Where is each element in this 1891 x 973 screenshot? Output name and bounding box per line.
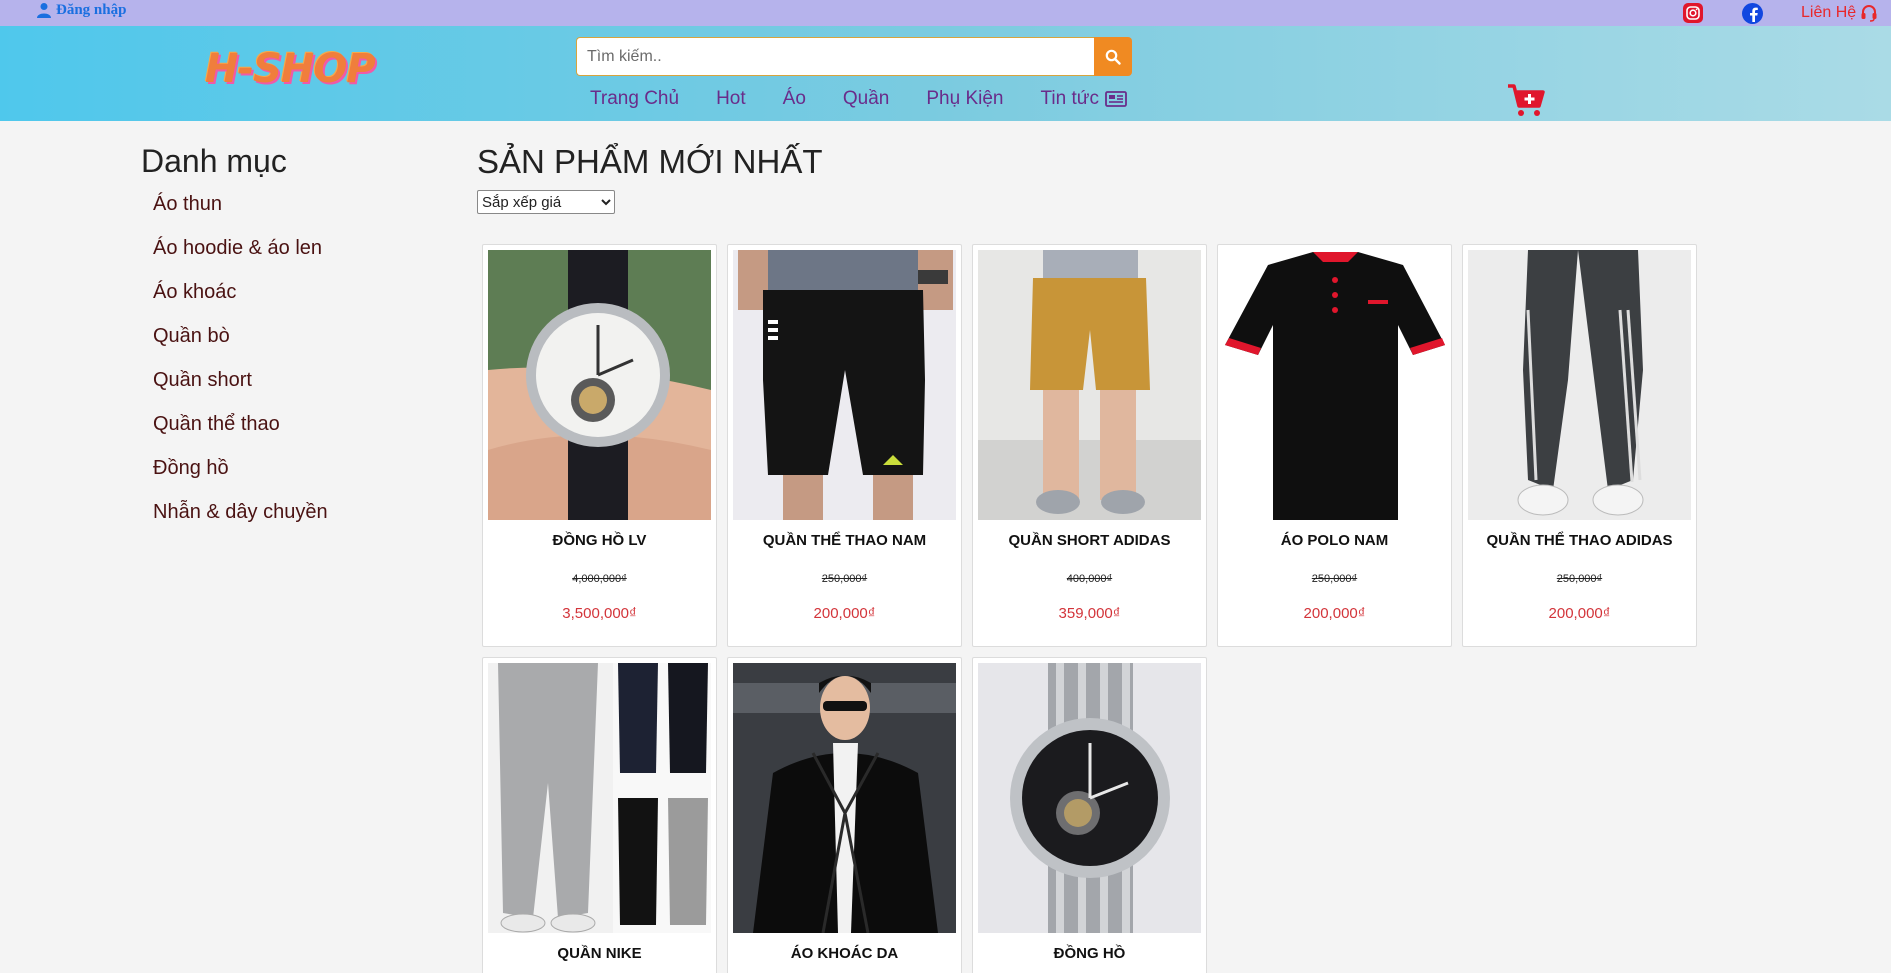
product-name[interactable]: ÁO KHOÁC DA [728,945,961,962]
product-name[interactable]: QUẦN THỂ THAO ADIDAS [1463,532,1696,549]
product-name[interactable]: QUẦN NIKE [483,945,716,962]
product-image[interactable] [733,663,956,933]
contact-label: Liên Hệ [1801,4,1857,21]
category-item[interactable]: Áo thun [153,193,328,237]
user-icon [37,3,51,18]
product-name[interactable]: ÁO POLO NAM [1218,532,1451,549]
product-card[interactable]: QUẦN THỂ THAO NAM 250,000₫ 200,000₫ [727,244,962,647]
shop-logo[interactable]: H-SHOP [205,46,376,92]
product-image[interactable] [978,663,1201,933]
search-icon [1105,49,1121,65]
product-old-price: 250,000₫ [821,573,868,585]
product-name[interactable]: QUẦN SHORT ADIDAS [973,532,1206,549]
instagram-icon[interactable] [1683,3,1703,23]
page-title: SẢN PHẨM MỚI NHẤT [477,143,823,180]
nav-home[interactable]: Trang Chủ [590,88,679,110]
product-card[interactable]: ÁO POLO NAM 250,000₫ 200,000₫ [1217,244,1452,647]
nav-news-label: Tin tức [1040,88,1099,109]
product-image[interactable] [733,250,956,520]
headset-icon [1861,5,1877,22]
product-price: 359,000₫ [1058,605,1121,622]
product-old-price: 250,000₫ [1556,573,1603,585]
product-name[interactable]: ĐỒNG HỒ [973,945,1206,962]
product-price: 200,000₫ [1548,605,1611,622]
main-nav: Trang Chủ Hot Áo Quần Phụ Kiện Tin tức [590,88,1164,110]
category-item[interactable]: Áo khoác [153,281,328,325]
login-label: Đăng nhập [56,1,127,18]
header: H-SHOP Trang Chủ Hot Áo Quần Phụ Kiện Ti… [0,26,1891,121]
product-card[interactable]: QUẦN SHORT ADIDAS 400,000₫ 359,000₫ [972,244,1207,647]
search-button[interactable] [1094,37,1132,76]
nav-news[interactable]: Tin tức [1041,88,1127,110]
product-image[interactable] [488,250,711,520]
category-item[interactable]: Quần bò [153,325,328,369]
category-item[interactable]: Áo hoodie & áo len [153,237,328,281]
category-item[interactable]: Nhẫn & dây chuyền [153,501,328,545]
product-image[interactable] [978,250,1201,520]
category-item[interactable]: Quần thể thao [153,413,328,457]
nav-pants[interactable]: Quần [843,88,889,110]
category-item[interactable]: Quần short [153,369,328,413]
product-image[interactable] [1223,250,1446,520]
nav-accessories[interactable]: Phụ Kiện [926,88,1003,110]
product-old-price: 4,000,000₫ [572,573,627,585]
cart-icon[interactable] [1506,82,1546,118]
login-link[interactable]: Đăng nhập [36,0,126,20]
sort-price-select[interactable]: Sắp xếp giá [477,190,615,214]
product-name[interactable]: QUẦN THỂ THAO NAM [728,532,961,549]
product-card[interactable]: ÁO KHOÁC DA [727,657,962,973]
top-bar: Đăng nhập Liên Hệ [0,0,1891,26]
category-title: Danh mục [141,143,287,179]
search-bar [576,37,1132,76]
product-price: 3,500,000₫ [562,605,637,622]
product-old-price: 400,000₫ [1066,573,1113,585]
product-image[interactable] [488,663,711,933]
category-list: Áo thun Áo hoodie & áo len Áo khoác Quần… [153,193,328,545]
product-card[interactable]: ĐỒNG HỒ [972,657,1207,973]
product-card[interactable]: QUẦN NIKE [482,657,717,973]
product-card[interactable]: ĐỒNG HỒ LV 4,000,000₫ 3,500,000₫ [482,244,717,647]
product-price: 200,000₫ [813,605,876,622]
product-old-price: 250,000₫ [1311,573,1358,585]
contact-link[interactable]: Liên Hệ [1801,4,1878,22]
search-input[interactable] [576,37,1094,76]
nav-shirts[interactable]: Áo [783,88,806,110]
product-price: 200,000₫ [1303,605,1366,622]
product-name[interactable]: ĐỒNG HỒ LV [483,532,716,549]
newspaper-icon [1105,91,1127,107]
category-item[interactable]: Đồng hồ [153,457,328,501]
product-image[interactable] [1468,250,1691,520]
facebook-icon[interactable] [1742,3,1763,24]
product-card[interactable]: QUẦN THỂ THAO ADIDAS 250,000₫ 200,000₫ [1462,244,1697,647]
nav-hot[interactable]: Hot [716,88,746,110]
